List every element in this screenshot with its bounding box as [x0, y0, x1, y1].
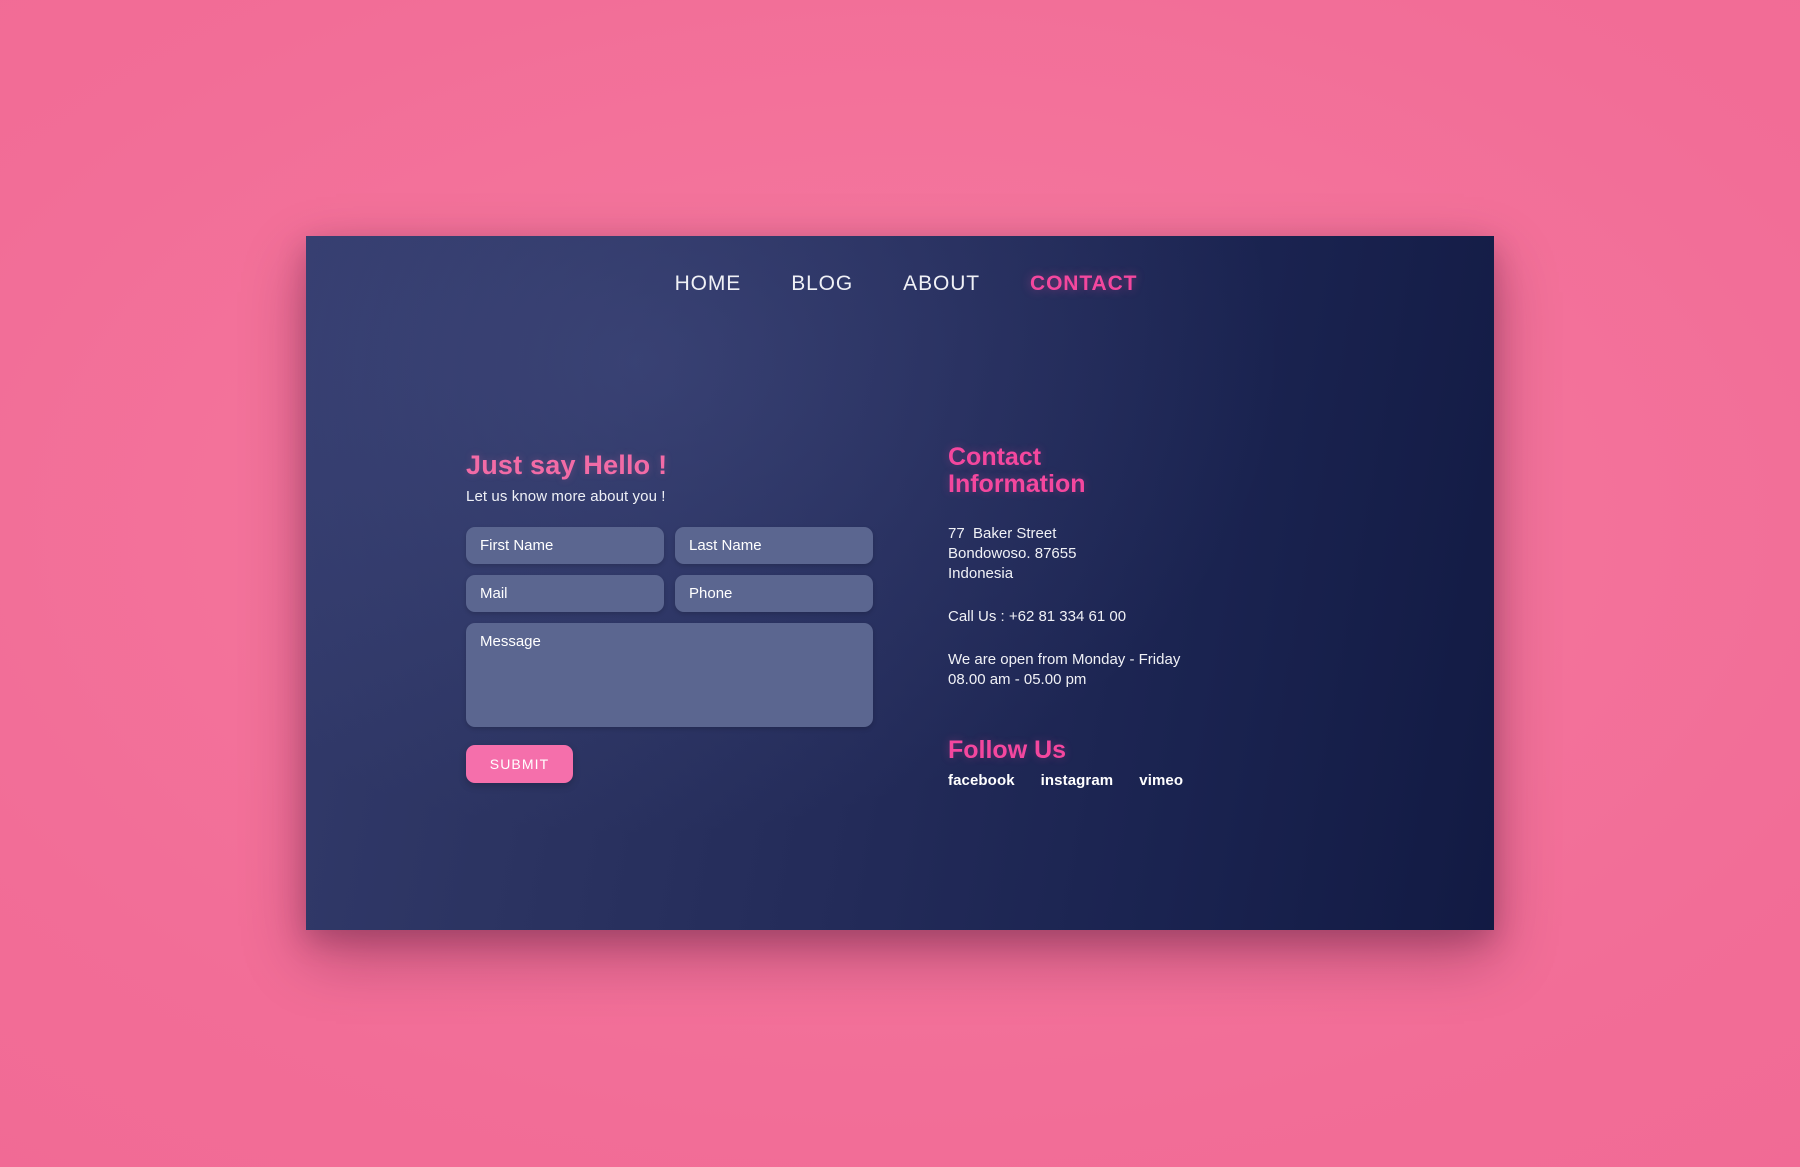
opening-hours-line-1: We are open from Monday - Friday [948, 650, 1181, 668]
contact-field-row [466, 575, 886, 612]
form-subheading: Let us know more about you ! [466, 488, 666, 505]
contact-form-section: Just say Hello ! Let us know more about … [466, 450, 886, 783]
nav-list: HOME BLOG ABOUT CONTACT [663, 272, 1138, 296]
mail-input[interactable] [466, 575, 664, 612]
contact-information-heading: Contact Information [948, 444, 1348, 498]
message-textarea[interactable] [466, 623, 873, 727]
contact-information-section: Contact Information 77 Baker Street Bond… [948, 444, 1348, 789]
social-links-row: facebook instagram vimeo [948, 772, 1348, 789]
phone-block: Call Us : +62 81 334 61 00 [948, 607, 1348, 627]
phone-input[interactable] [675, 575, 873, 612]
phone-line: Call Us : +62 81 334 61 00 [948, 607, 1127, 625]
nav-item-contact[interactable]: CONTACT [1030, 272, 1137, 296]
name-field-row [466, 527, 886, 564]
social-link-vimeo[interactable]: vimeo [1139, 772, 1183, 789]
opening-hours-line-2: 08.00 am - 05.00 pm [948, 670, 1087, 688]
social-link-instagram[interactable]: instagram [1041, 772, 1114, 789]
social-link-facebook[interactable]: facebook [948, 772, 1015, 789]
last-name-input[interactable] [675, 527, 873, 564]
address-block: 77 Baker Street Bondowoso. 87655 Indones… [948, 524, 1348, 584]
address-line-2: Bondowoso. 87655 [948, 544, 1077, 562]
contact-heading-line-2: Information [948, 470, 1086, 498]
form-heading: Just say Hello ! [466, 450, 668, 480]
nav-item-about[interactable]: ABOUT [903, 272, 980, 296]
main-navigation: HOME BLOG ABOUT CONTACT [306, 236, 1494, 332]
contact-page-card: HOME BLOG ABOUT CONTACT Just say Hello !… [306, 236, 1494, 930]
opening-hours-block: We are open from Monday - Friday 08.00 a… [948, 650, 1348, 690]
submit-button[interactable]: SUBMIT [466, 745, 573, 783]
contact-heading-line-1: Contact [948, 443, 1042, 471]
address-line-3: Indonesia [948, 564, 1014, 582]
nav-item-home[interactable]: HOME [675, 272, 742, 296]
nav-item-blog[interactable]: BLOG [791, 272, 853, 296]
first-name-input[interactable] [466, 527, 664, 564]
follow-us-heading: Follow Us [948, 735, 1067, 764]
address-line-1: 77 Baker Street [948, 525, 1057, 542]
page-content: Just say Hello ! Let us know more about … [306, 332, 1494, 930]
